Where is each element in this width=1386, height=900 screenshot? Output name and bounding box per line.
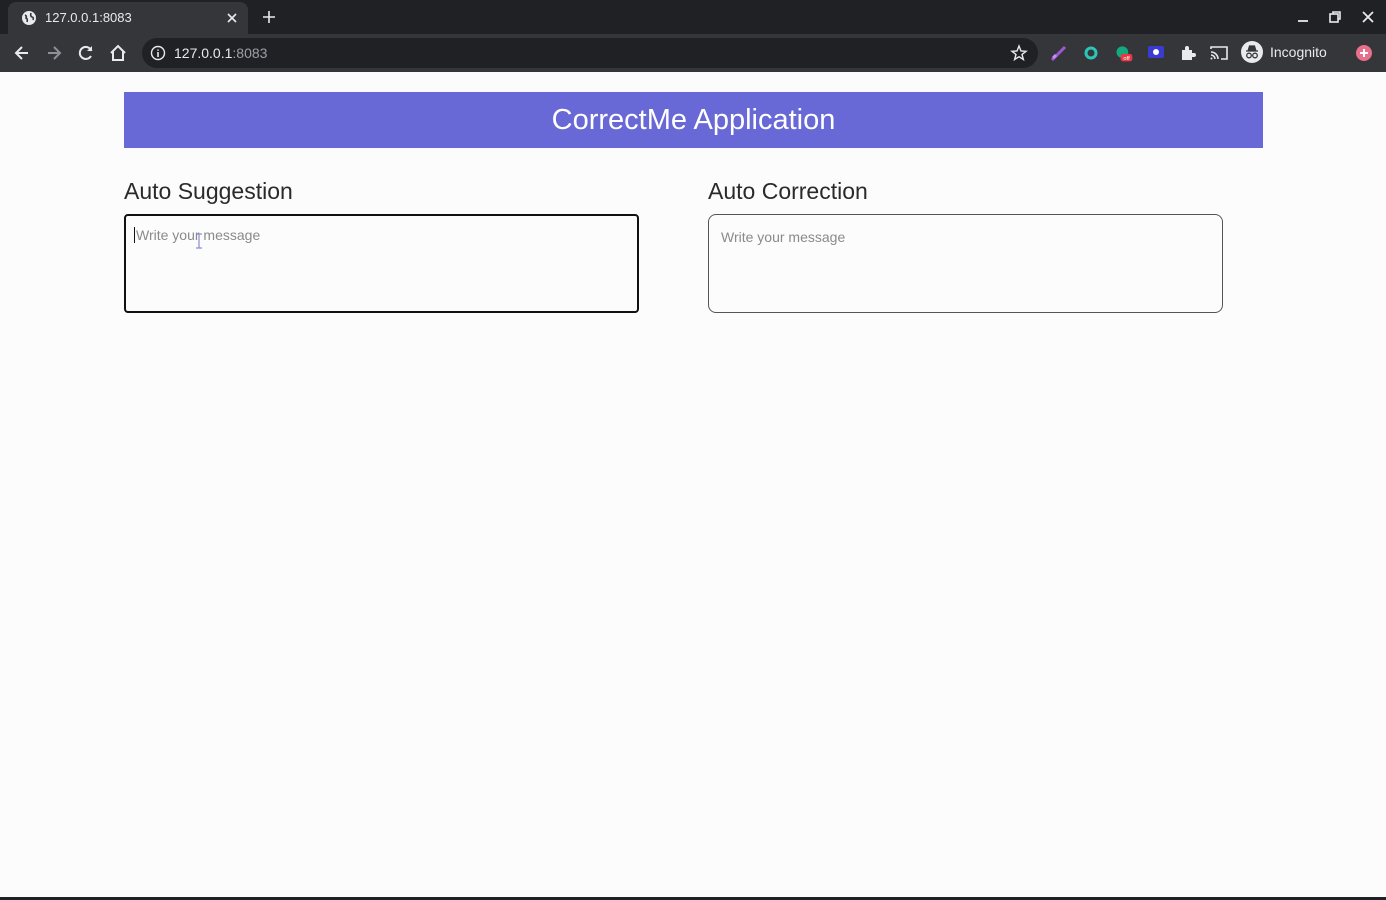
window-close-icon[interactable]: [1360, 9, 1376, 25]
back-icon[interactable]: [12, 43, 32, 63]
star-icon[interactable]: [1010, 44, 1028, 62]
close-icon[interactable]: [224, 10, 240, 26]
auto-correction-input[interactable]: [708, 214, 1223, 313]
ring-extension-icon[interactable]: [1081, 43, 1101, 63]
address-bar[interactable]: 127.0.0.1:8083: [142, 38, 1038, 68]
tab-title: 127.0.0.1:8083: [45, 10, 132, 25]
globe-icon: [22, 11, 36, 25]
svg-text:off: off: [1123, 56, 1130, 62]
pen-extension-icon[interactable]: [1049, 43, 1069, 63]
auto-suggestion-heading: Auto Suggestion: [124, 178, 293, 204]
auto-suggestion-input[interactable]: [124, 214, 639, 313]
minimize-icon[interactable]: [1295, 9, 1311, 25]
incognito-label[interactable]: Incognito: [1270, 44, 1327, 60]
browser-toolbar: 127.0.0.1:8083 off Incognito: [0, 34, 1386, 72]
auto-correction-heading: Auto Correction: [708, 178, 868, 204]
url-text: 127.0.0.1:8083: [174, 45, 267, 61]
reload-icon[interactable]: [76, 43, 96, 63]
puzzle-icon[interactable]: [1178, 43, 1198, 63]
plus-icon[interactable]: [261, 9, 277, 25]
home-icon[interactable]: [108, 43, 128, 63]
profile-extension-icon[interactable]: [1354, 43, 1374, 63]
browser-tab[interactable]: 127.0.0.1:8083: [8, 2, 248, 34]
page-title: CorrectMe Application: [551, 104, 836, 136]
info-icon[interactable]: [150, 45, 166, 61]
browser-tabstrip: 127.0.0.1:8083: [0, 0, 1386, 34]
screen-extension-icon[interactable]: [1146, 43, 1166, 63]
incognito-icon: [1241, 41, 1263, 63]
app-header: CorrectMe Application: [124, 92, 1263, 148]
text-caret: [134, 227, 135, 243]
restore-icon[interactable]: [1327, 9, 1343, 25]
url-port: :8083: [232, 45, 268, 61]
text-cursor-icon: [196, 233, 202, 249]
url-host: 127.0.0.1: [174, 45, 233, 61]
forward-icon[interactable]: [44, 43, 64, 63]
cast-icon[interactable]: [1209, 43, 1229, 63]
grammar-extension-icon[interactable]: off: [1114, 43, 1134, 63]
